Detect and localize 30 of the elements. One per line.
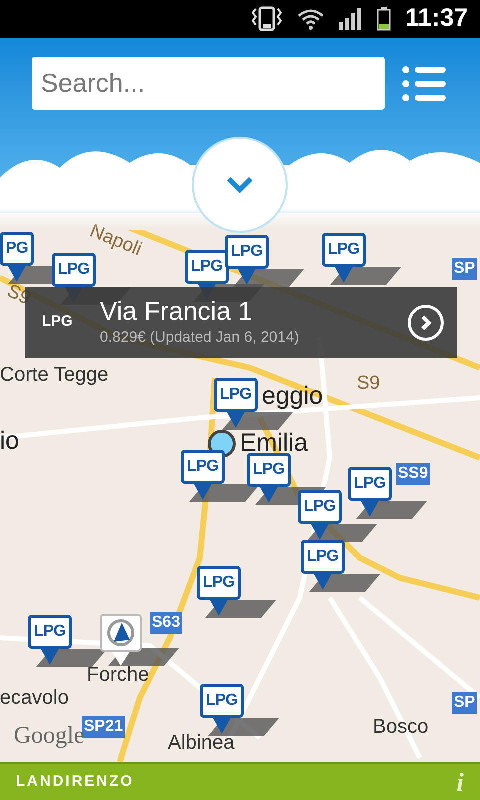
map-attribution: Google: [14, 723, 85, 751]
place-name-label: Forche: [87, 663, 150, 688]
vibrate-icon: [251, 6, 284, 32]
search-field[interactable]: Search...: [32, 57, 385, 110]
list-menu-icon: [402, 66, 446, 102]
chevron-right-button[interactable]: [408, 304, 444, 340]
search-input: Search...: [41, 64, 376, 103]
wifi-icon: [297, 8, 326, 30]
place-name-label: ecavolo: [0, 686, 69, 711]
station-popup[interactable]: LPG Via Francia 1 0.829€ (Updated Jan 6, 2014): [25, 287, 457, 358]
fuel-type-label: LPG: [42, 312, 74, 332]
brand-logo-text: LANDIRENZO: [16, 772, 134, 792]
city-name-label: eggio: [262, 383, 324, 409]
road-number-label: SS9: [396, 463, 430, 485]
brand-pin[interactable]: [100, 614, 142, 666]
station-price: 0.829€ (Updated Jan 6, 2014): [100, 328, 300, 348]
clock-text: 11:37: [405, 3, 468, 34]
place-name-label: Albinea: [168, 731, 235, 756]
place-name-label: Bosco: [373, 715, 429, 740]
chevron-down-icon: [226, 176, 254, 194]
road-number-label: S63: [150, 612, 182, 634]
city-name-label: io: [0, 428, 20, 454]
road-number-label: SP: [452, 692, 478, 714]
sail-logo-icon: [106, 618, 136, 648]
place-name-label: Corte Tegge: [0, 363, 109, 388]
road-number-label: SP: [452, 258, 478, 280]
road-name-label: S9: [357, 372, 380, 396]
signal-icon: [339, 8, 364, 30]
battery-icon: [377, 7, 392, 31]
menu-button[interactable]: [400, 64, 448, 104]
